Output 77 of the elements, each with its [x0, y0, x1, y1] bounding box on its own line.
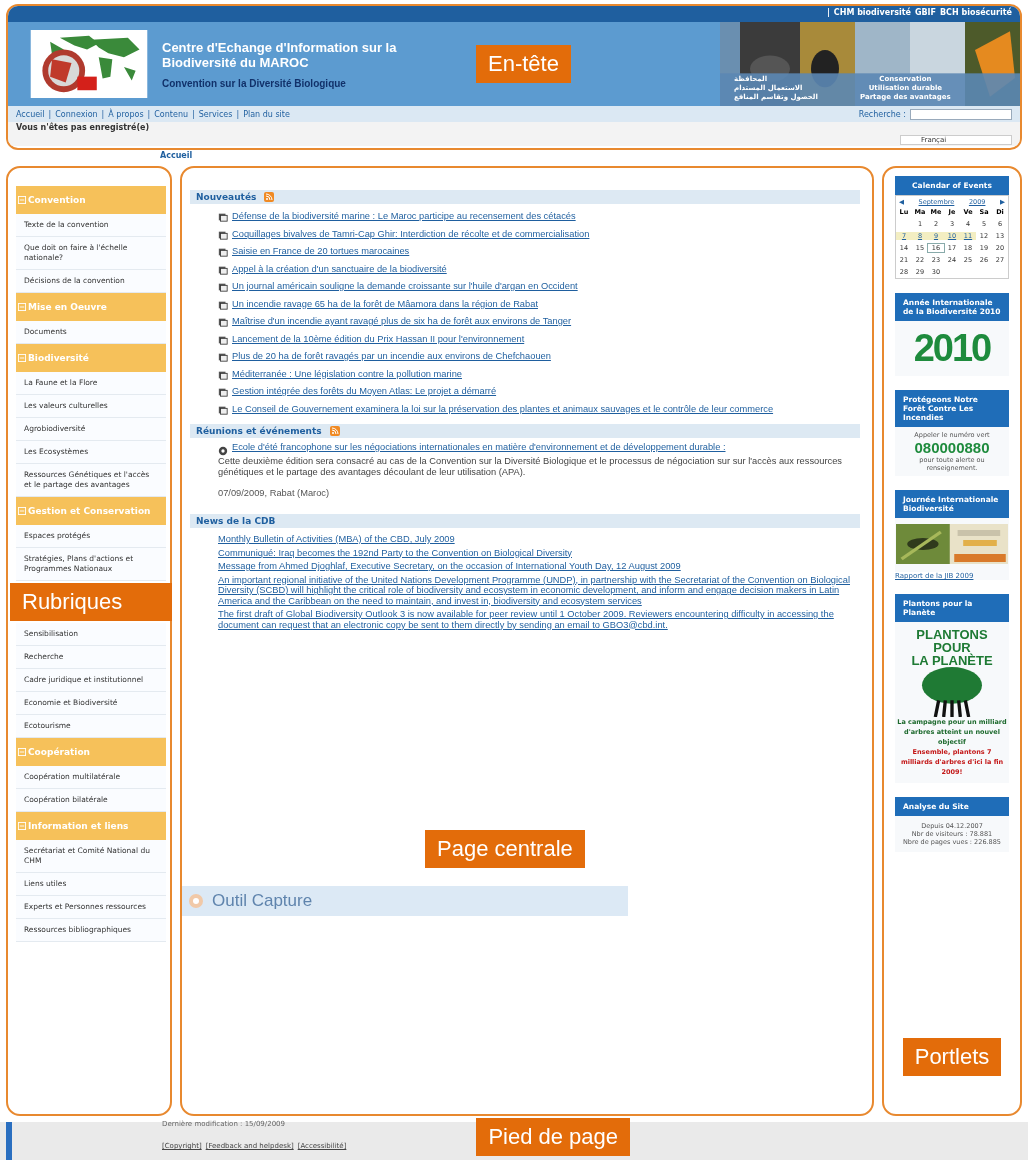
news-icon [218, 334, 228, 345]
map-logo-icon [30, 30, 148, 98]
news-link[interactable]: Message from Ahmed Djoghlaf, Executive Secretary, on the occasion of International Youth Day, 12 August 2009 [218, 561, 860, 572]
search-label: Recherche : [858, 109, 906, 119]
collapse-icon[interactable] [18, 822, 26, 830]
nav-link[interactable]: Accueil [16, 109, 45, 119]
news-link[interactable]: Gestion intégrée des forêts du Moyen Atlas: Le projet a démarré [232, 383, 497, 401]
news-link[interactable]: Communiqué: Iraq becomes the 192nd Party to the Convention on Biological Diversity [218, 547, 860, 558]
news-link[interactable]: Méditerranée : Une législation contre la pollution marine [232, 365, 462, 383]
news-link[interactable]: Coquillages bivalves de Tamri-Cap Ghir: Interdiction de récolte et de commercialisation [232, 225, 590, 243]
news-icon [218, 229, 228, 240]
nav-link[interactable]: Plan du site [243, 109, 290, 119]
separator-text: | [48, 109, 52, 119]
event-description: Cette deuxième édition sera consacré au cas de la Convention sur la Diversité Biologique et le processus de négociation sur sur l'accès aux ressources génétiques et le partage des avantages découlant de leur utilisation (APA). [218, 456, 843, 478]
news-icon [218, 317, 228, 327]
news-link[interactable]: Le Conseil de Gouvernement examinera la loi sur la préservation des plantes et animaux sauvages et le contrôle de leur commerce [232, 400, 774, 418]
phone-number: 080000880 [913, 439, 991, 456]
site-subtitle: Convention sur la Diversité Biologique [162, 77, 347, 89]
news-link[interactable]: Monthly Bulletin of Activities (MBA) of the CBD, July 2009 [218, 534, 860, 545]
annotation-label: Rubriques [10, 583, 172, 621]
annotation-label: Page centrale [425, 830, 585, 868]
separator-text: | [192, 109, 195, 119]
nav-link[interactable]: Contenu [154, 109, 188, 119]
separator-text: | [101, 109, 105, 119]
news-link[interactable]: The first draft of Global Biodiversity Outlook 3 is now available for peer review until 1 October 2009. Reviewers encountering difficulty in accessing the document can request that an electronic copy be sent to them directly by sending an email to GBO3@cbd.int. [218, 609, 860, 630]
news-link[interactable]: An important regional initiative of the United Nations Development Programme (UNDP), in partnership with the Secretariat of the Convention on Biological Diversity (SCBD) will highlight the critical role of biodiversity and ecosystem in economic development, and inform and engage decision makers in Latin America and the Caribbean on the need to maintain, and invest in, biodiversity and ecosystem services [218, 574, 860, 606]
collapse-icon[interactable] [18, 303, 26, 311]
news-icon [218, 212, 228, 222]
top-link[interactable]: GBIF [914, 8, 936, 20]
collapse-icon[interactable] [18, 507, 26, 515]
event-link[interactable]: Ecole d'été francophone sur les négociations internationales en matière d'environnement et de développement durable : [232, 442, 726, 456]
capture-bar: Outil Capture [182, 886, 628, 916]
news-link[interactable]: Saisie en France de 20 tortues marocaines [232, 243, 410, 261]
camera-icon [188, 893, 204, 909]
campaign-logo: PLANTONS POUR LA PLANÈTE [911, 628, 993, 667]
section-header: News de la CDB [190, 514, 860, 528]
news-link[interactable]: Lancement de la 10ème édition du Prix Hassan II pour l'environnement [232, 330, 525, 348]
nav-link[interactable]: À propos [108, 109, 144, 119]
news-icon [218, 404, 228, 415]
site-title: Centre d'Echange d'Information sur la Biodiversité du MAROC [162, 39, 398, 70]
feed-icon[interactable] [264, 192, 275, 202]
login-status: Vous n'êtes pas enregistré(e) [16, 123, 150, 134]
top-link[interactable]: CHM biodiversité [833, 8, 911, 20]
breadcrumb[interactable]: Accueil [160, 150, 1028, 162]
feed-icon[interactable] [329, 426, 340, 436]
collapse-icon[interactable] [18, 196, 26, 204]
news-link[interactable]: Plus de 20 ha de forêt ravagés par un incendie aux environs de Chefchaouen [232, 348, 551, 366]
annotation-label: Portlets [902, 1038, 1002, 1076]
separator-text: | [236, 109, 240, 119]
year-logo: 2010 [913, 326, 991, 371]
news-icon [218, 264, 228, 275]
footer-edge [6, 1122, 12, 1160]
news-link[interactable]: Un journal américain souligne la demande croissante sur l'huile d'argan en Occident [232, 278, 578, 296]
nav-link[interactable]: Connexion [55, 109, 98, 119]
news-icon [218, 352, 228, 362]
collapse-icon[interactable] [18, 748, 26, 756]
separator-text: | [826, 8, 830, 19]
annotation-label: En-tête [476, 45, 571, 83]
annotation-label: Pied de page [476, 1118, 631, 1156]
news-icon [218, 299, 228, 310]
top-link[interactable]: BCH biosécurité [940, 8, 1012, 20]
section-header: Nouveautés [190, 190, 860, 204]
news-icon [218, 369, 228, 380]
separator-text: | [147, 109, 151, 119]
collapse-icon[interactable] [18, 354, 26, 362]
search-field[interactable] [910, 108, 1012, 120]
section-header: Réunions et événements [190, 424, 860, 438]
news-icon [218, 247, 228, 257]
news-link[interactable]: Défense de la biodiversité marine : Le Maroc participe au recensement des cétacés [232, 208, 576, 226]
event-date: 07/09/2009, Rabat (Maroc) [218, 488, 331, 498]
news-link[interactable]: Maîtrise d'un incendie ayant ravagé plus de six ha de forêt aux environs de Tanger [232, 313, 572, 331]
news-icon [218, 282, 228, 292]
news-link[interactable]: Appel à la création d'un sanctuaire de la biodiversité [232, 260, 447, 278]
nav-link[interactable]: Services [198, 109, 233, 119]
news-icon [218, 387, 228, 397]
event-icon [218, 446, 228, 456]
news-link[interactable]: Un incendie ravage 65 ha de la forêt de Mâamora dans la région de Rabat [232, 295, 538, 313]
